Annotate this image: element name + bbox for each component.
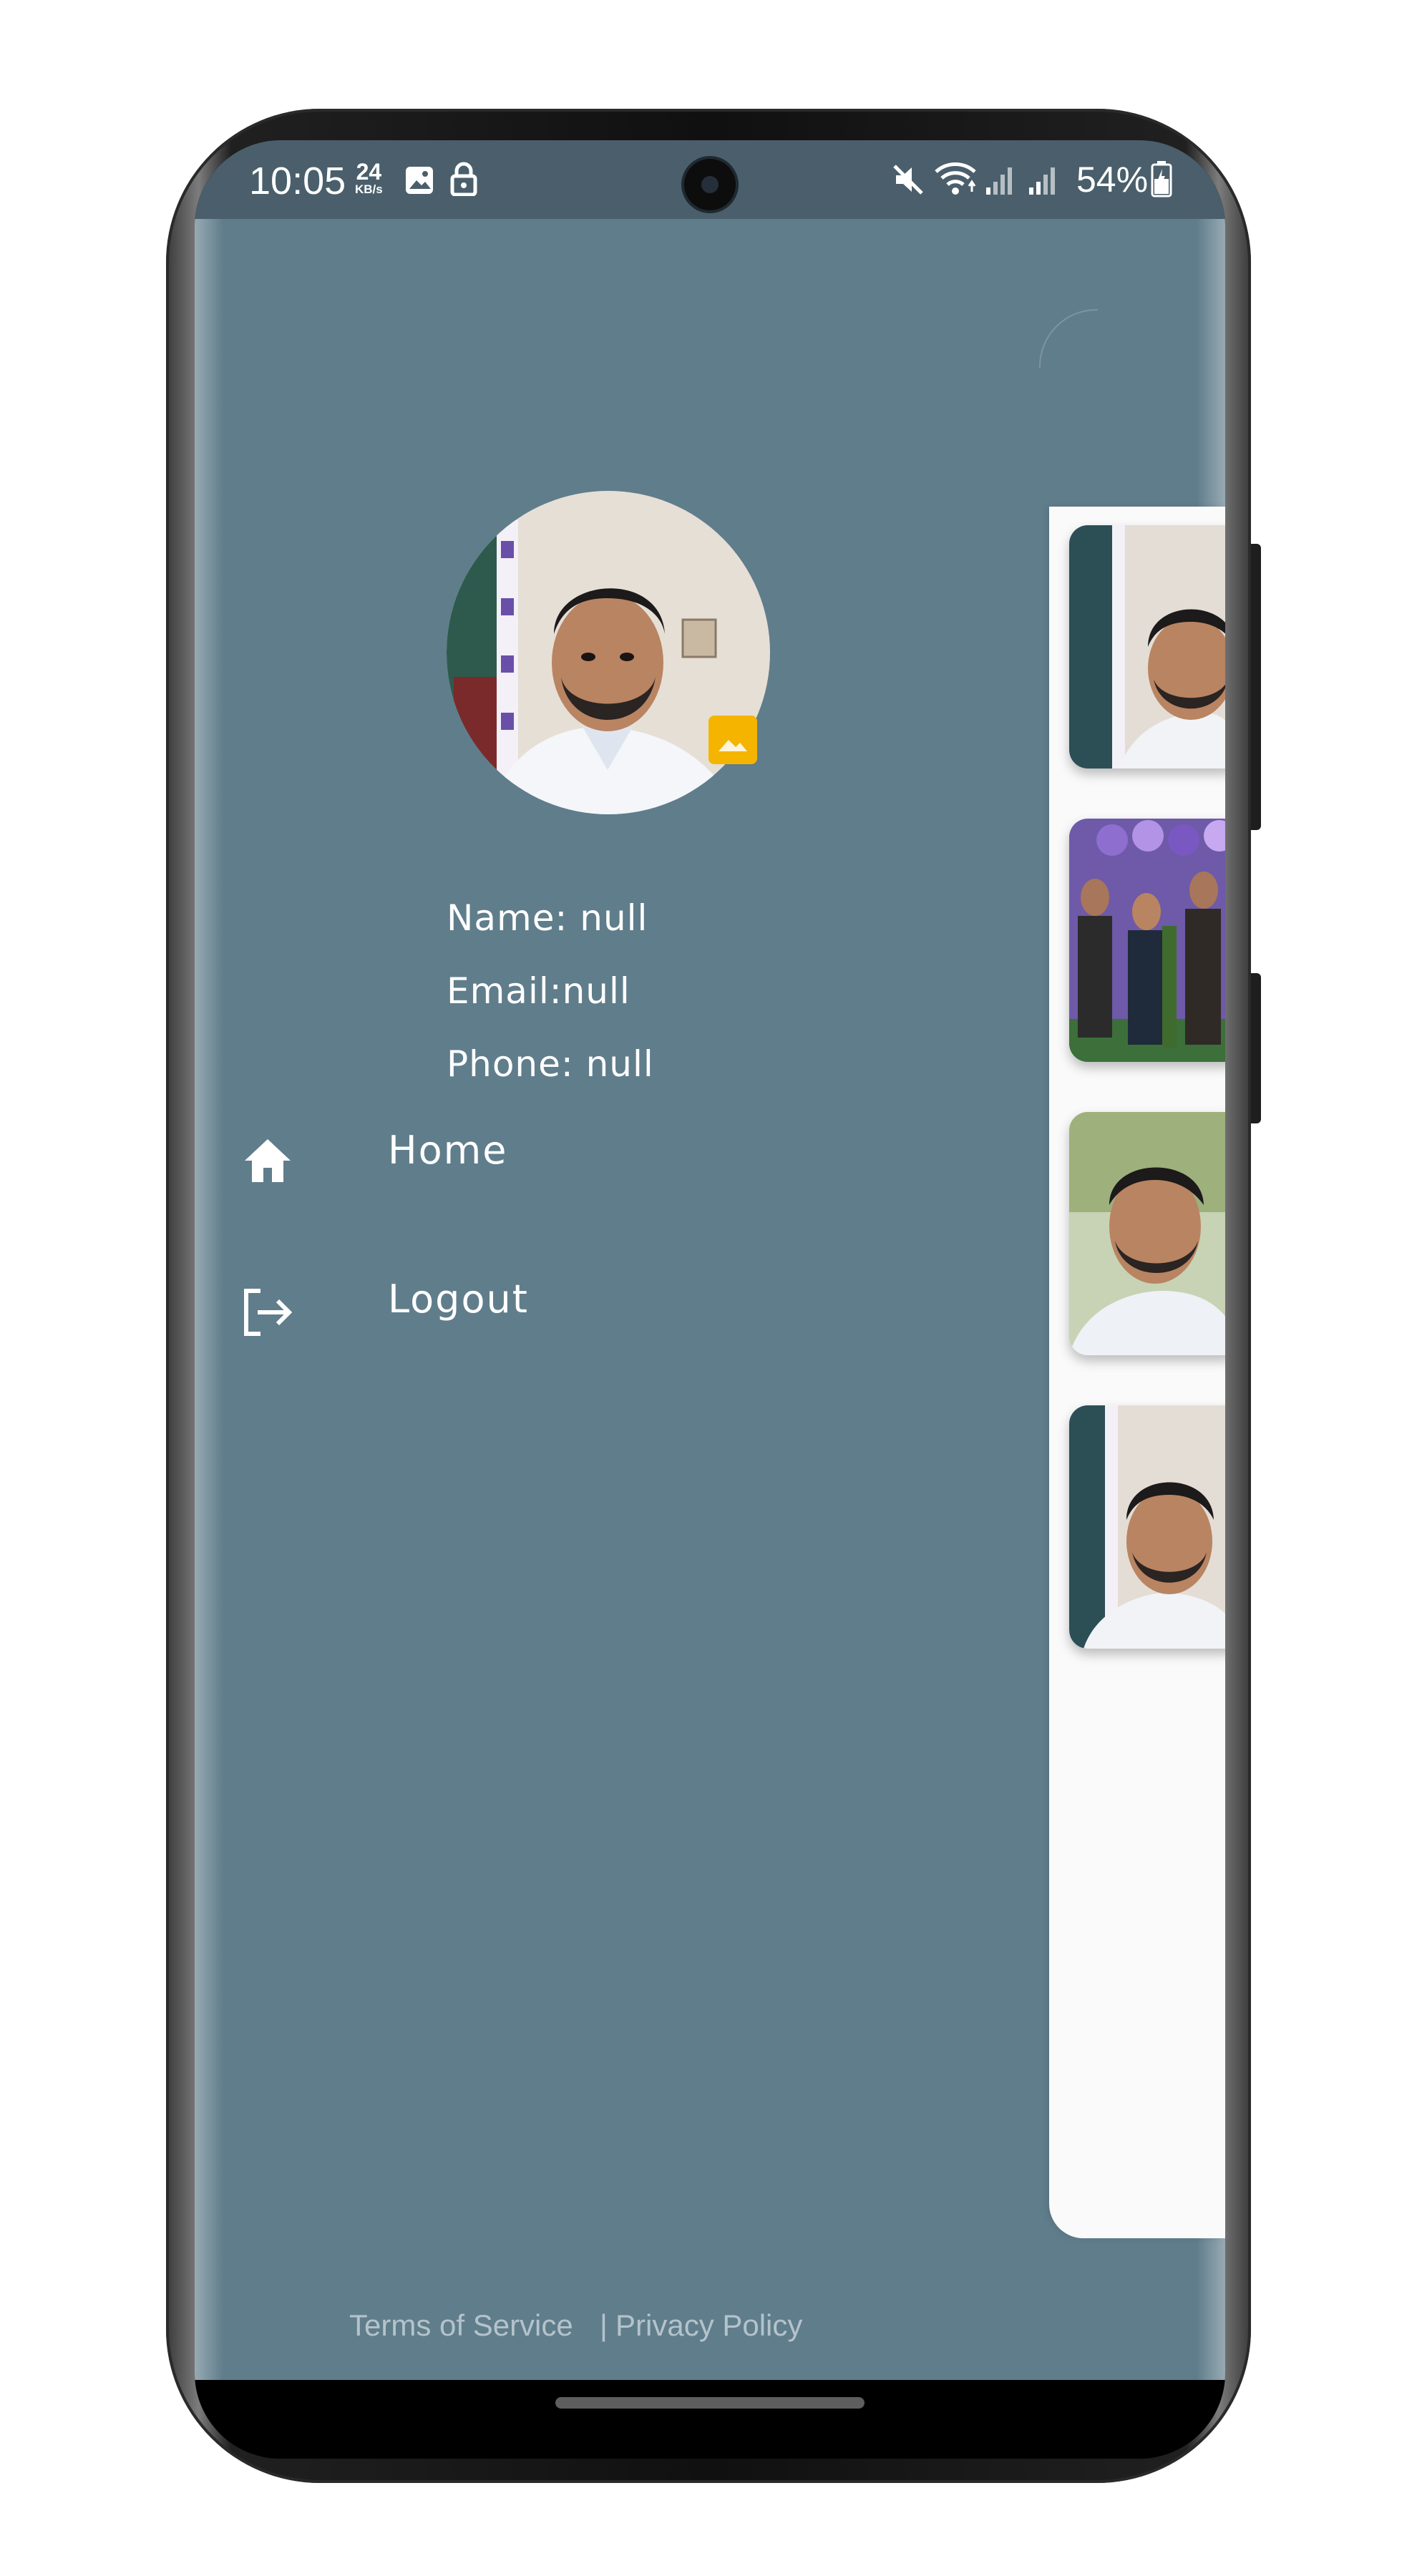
battery-percent: 54%: [1076, 160, 1149, 200]
signal-icon: [986, 167, 1012, 195]
battery-icon: [1151, 161, 1172, 197]
status-time: 10:05: [249, 160, 346, 203]
profile-avatar[interactable]: [447, 491, 770, 814]
main-content-peek[interactable]: [1049, 507, 1225, 2238]
footer-separator: |: [600, 2308, 608, 2342]
signal-icon-2: [1029, 167, 1055, 195]
terms-of-service-link[interactable]: Terms of Service: [349, 2308, 573, 2343]
status-bar: 10:05 24 KB/s 54%: [195, 140, 1225, 219]
system-nav-bar: [195, 2380, 1225, 2459]
home-gesture-handle[interactable]: [555, 2397, 865, 2409]
volume-button: [1250, 544, 1261, 830]
menu-label-home: Home: [388, 1128, 508, 1173]
profile-name: Name: null: [447, 897, 648, 939]
wifi-icon: [935, 162, 976, 195]
mute-icon: [893, 165, 923, 195]
net-speed-unit: KB/s: [355, 182, 383, 196]
gallery-thumbnail[interactable]: [1069, 525, 1225, 769]
privacy-policy-link[interactable]: Privacy Policy: [615, 2308, 802, 2343]
gallery-thumbnail[interactable]: [1069, 819, 1225, 1062]
profile-email: Email:null: [447, 970, 630, 1012]
home-icon: [245, 1139, 291, 1182]
net-speed: 24 KB/s: [355, 160, 383, 195]
front-camera: [684, 159, 736, 210]
gallery-thumbnail[interactable]: [1069, 1405, 1225, 1649]
menu-label-logout: Logout: [388, 1277, 529, 1322]
net-speed-value: 24: [356, 159, 382, 185]
image-icon: [406, 167, 433, 194]
screen-edge-left: [195, 219, 223, 2380]
lock-icon: [450, 162, 477, 196]
gallery-thumbnail[interactable]: [1069, 1112, 1225, 1355]
screen: 10:05 24 KB/s 54% Name: null Email:null …: [195, 140, 1225, 2459]
avatar-edit-icon[interactable]: [708, 716, 757, 764]
menu-item-logout[interactable]: Logout: [195, 1186, 839, 1336]
power-button: [1250, 973, 1261, 1123]
menu-item-home[interactable]: Home: [195, 1036, 839, 1182]
logout-icon: [244, 1289, 293, 1336]
